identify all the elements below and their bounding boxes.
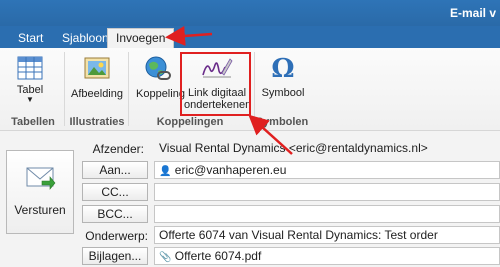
ribbon-separator <box>64 52 65 126</box>
from-field: Visual Rental Dynamics <eric@rentaldynam… <box>154 139 500 157</box>
attachments-button[interactable]: Bijlagen... <box>82 247 148 265</box>
attachments-field[interactable]: 📎 Offerte 6074.pdf <box>154 247 500 265</box>
tab-start[interactable]: Start <box>10 29 51 48</box>
group-label-tabellen: Tabellen <box>11 116 55 128</box>
send-button-label: Versturen <box>14 203 66 217</box>
from-label: Afzender: <box>92 142 144 156</box>
ribbon-separator <box>128 52 129 126</box>
title-bar: E-mail v <box>0 0 500 26</box>
table-icon <box>17 56 43 80</box>
bcc-field[interactable] <box>154 205 500 223</box>
globe-link-icon <box>145 56 171 80</box>
cc-field[interactable] <box>154 183 500 201</box>
contact-icon: 👤 <box>159 166 172 177</box>
link-button-label: Koppeling <box>136 88 185 100</box>
symbol-button[interactable]: Ω Symbool <box>258 54 308 104</box>
envelope-arrow-icon <box>26 167 56 190</box>
to-button[interactable]: Aan... <box>82 161 148 179</box>
table-button[interactable]: Tabel ▼ <box>10 54 50 112</box>
group-label-koppelingen: Koppelingen <box>156 116 224 128</box>
ribbon-separator <box>254 52 255 126</box>
to-recipient: eric@vanhaperen.eu <box>174 163 287 177</box>
cc-button[interactable]: CC... <box>82 183 148 201</box>
subject-field[interactable]: Offerte 6074 van Visual Rental Dynamics:… <box>154 226 500 244</box>
bcc-button[interactable]: BCC... <box>82 205 148 223</box>
dropdown-arrow-icon: ▼ <box>26 95 34 104</box>
attachment-name: Offerte 6074.pdf <box>174 249 262 263</box>
send-button[interactable]: Versturen <box>6 150 74 234</box>
annotation-highlight-box <box>180 52 251 116</box>
tab-invoegen[interactable]: Invoegen <box>107 28 175 49</box>
window-title: E-mail v <box>449 6 496 20</box>
picture-button[interactable]: Afbeelding <box>70 54 124 104</box>
to-field[interactable]: 👤 eric@vanhaperen.eu <box>154 161 500 179</box>
group-label-illustraties: Illustraties <box>69 116 125 128</box>
link-button[interactable]: Koppeling <box>136 54 185 104</box>
symbol-button-label: Symbool <box>261 87 305 99</box>
paperclip-icon: 📎 <box>159 252 172 263</box>
picture-button-label: Afbeelding <box>71 88 123 100</box>
subject-label: Onderwerp: <box>85 229 148 243</box>
group-label-symbolen: Symbolen <box>255 116 309 128</box>
omega-icon: Ω <box>271 54 295 84</box>
picture-icon <box>84 57 110 79</box>
